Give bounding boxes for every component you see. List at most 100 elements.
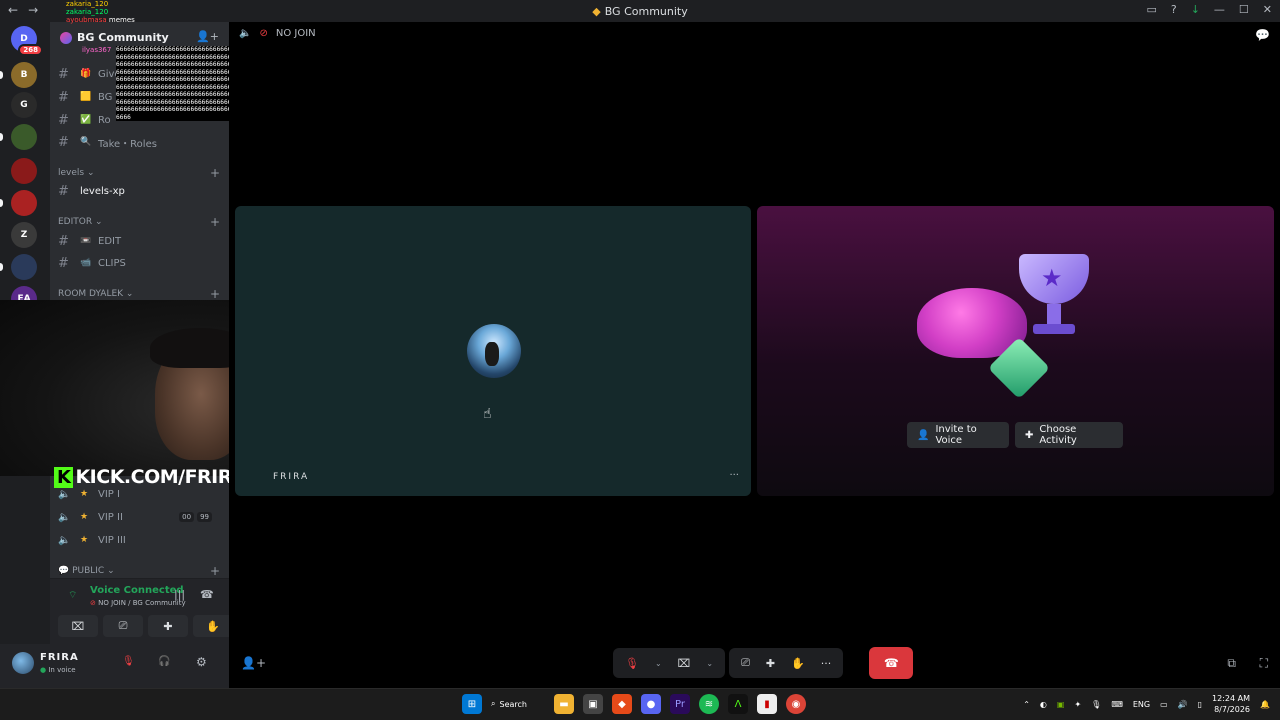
volume-icon[interactable]: 🔊 [1178,700,1188,709]
deafen-icon[interactable]: 🎧 [158,656,170,667]
screen-share-button[interactable]: ⎚ [103,615,143,637]
close-button[interactable]: ✕ [1263,3,1272,16]
more-options-icon[interactable]: ··· [821,657,832,670]
windows-start-icon[interactable]: ⊞ [462,694,482,714]
chevron-up-icon[interactable]: ⌃ [1023,700,1030,709]
category-levels[interactable]: levels ⌄ + [58,165,222,181]
minimize-button[interactable]: — [1214,3,1225,16]
activity-grid-icon: ✚ [1025,429,1034,441]
channel-edit[interactable]: # 📼 EDIT [58,231,222,251]
monitor-icon[interactable]: ▭ [1160,700,1168,709]
voice-channel-vip-3[interactable]: 🔈 ★ VIP III [58,530,222,550]
language-indicator[interactable]: ENG [1133,700,1150,709]
fullscreen-icon[interactable]: ⛶ [1260,656,1268,671]
unread-pill [0,133,3,141]
battery-icon[interactable]: ▯ [1198,700,1202,709]
activities-icon[interactable]: ✚ [766,657,775,670]
camera-toggle-button[interactable]: ⌧ [58,615,98,637]
server-icon[interactable]: B [11,62,37,88]
add-channel-icon[interactable]: + [210,215,220,229]
file-explorer-icon[interactable]: ▬ [554,694,574,714]
document-icon[interactable]: ▮ [757,694,777,714]
notification-icon[interactable]: 🔔 [1260,700,1270,709]
activities-button[interactable]: ✚ [148,615,188,637]
unread-pill [0,263,3,271]
add-channel-icon[interactable]: + [210,564,220,578]
user-panel: FRIRA ● In voice 🎙 🎧 ⚙ [0,644,229,688]
channel-label: VIP III [98,534,126,546]
taskbar-search[interactable]: ⌕ Search [491,693,545,715]
hash-icon: # [58,89,69,105]
chevron-down-icon[interactable]: ⌄ [706,659,713,668]
help-icon[interactable]: ? [1171,3,1177,16]
channel-take-roles[interactable]: # 🔍 Take・Roles [58,132,222,152]
voice-location[interactable]: ⊘ NO JOIN / BG Community [90,599,186,607]
brave-icon[interactable]: ◆ [612,694,632,714]
discord-icon[interactable]: ● [641,694,661,714]
unread-pill [0,71,3,79]
server-icon[interactable] [11,124,37,150]
disconnect-icon[interactable]: ☎ [200,588,214,601]
soundboard-button[interactable]: ✋ [193,615,229,637]
invite-to-voice-button[interactable]: 👤 Invite to Voice [907,422,1009,448]
microphone-icon[interactable]: 🎙 [1091,700,1101,709]
more-icon[interactable]: ··· [729,470,739,481]
choose-activity-button[interactable]: ✚ Choose Activity [1015,422,1123,448]
add-channel-icon[interactable]: + [210,287,220,301]
server-icon[interactable]: G [11,92,37,118]
chat-icon[interactable]: 💬 [1255,28,1270,42]
mute-mic-icon[interactable]: 🎙 [122,656,135,667]
mic-toggle-icon[interactable]: 🎙 [625,657,639,670]
leave-call-button[interactable]: ☎ [869,647,914,679]
noise-suppression-icon[interactable]: ||| [174,588,185,601]
screen-share-icon[interactable]: ⎚ [741,656,750,670]
gear-icon[interactable]: ⚙ [196,655,207,669]
avatar[interactable] [12,652,34,674]
premiere-icon[interactable]: Pr [670,694,690,714]
star-icon: ★ [80,489,89,499]
app-icon[interactable]: ▣ [583,694,603,714]
trophy-illustration: ★ [1019,254,1089,334]
keyboard-icon[interactable]: ⌨ [1111,700,1123,709]
download-icon[interactable]: ↓ [1191,3,1200,16]
server-icon[interactable] [11,158,37,184]
participant-tile[interactable]: FRIRA ··· ☝ [235,206,751,496]
activity-tile: ★ 👤 Invite to Voice ✚ Choose Activity [757,206,1274,496]
server-icon[interactable]: Z [11,222,37,248]
spotify-icon[interactable]: ≋ [699,694,719,714]
hash-icon: # [58,66,69,82]
channel-levels-xp[interactable]: # levels-xp [58,181,222,201]
popout-icon[interactable]: ⧉ [1227,656,1236,671]
channel-label: Take・Roles [98,138,157,150]
app-icon[interactable]: Λ [728,694,748,714]
channel-label: CLIPS [98,257,126,269]
signal-icon[interactable]: ⌔ [68,589,77,602]
speaker-icon: 🔈 [58,511,71,523]
camera-toggle-icon[interactable]: ⌧ [678,657,691,670]
voice-status[interactable]: Voice Connected [90,585,184,596]
chrome-icon[interactable]: ◉ [786,694,806,714]
server-icon[interactable] [11,190,37,216]
inbox-icon[interactable]: ▭ [1146,3,1156,16]
category-label: ROOM DYALEK [58,289,124,299]
username[interactable]: FRIRA [40,652,79,663]
voice-channel-vip-2[interactable]: 🔈 ★ VIP II 00 99 [58,507,222,527]
trophy-stem [1047,304,1061,326]
server-icon[interactable] [11,254,37,280]
soundboard-icon[interactable]: ✋ [791,657,805,670]
tray-app-icon[interactable]: ▣ [1057,700,1065,709]
unread-pill [0,199,3,207]
maximize-button[interactable]: ☐ [1239,3,1249,16]
add-channel-icon[interactable]: + [210,166,220,180]
tray-app-icon[interactable]: ◐ [1040,700,1047,709]
extra-controls: ⎚ ✚ ✋ ··· [729,648,844,678]
category-editor[interactable]: EDITOR ⌄ + [58,214,222,230]
server-icon[interactable]: D 268 [11,26,43,56]
add-user-icon[interactable]: 👤+ [241,656,266,670]
channel-clips[interactable]: # 📹 CLIPS [58,253,222,273]
speaker-icon: 🔈 [239,28,252,39]
category-public[interactable]: 💬 PUBLIC ⌄ + [58,563,222,579]
tray-app-icon[interactable]: ✦ [1074,700,1081,709]
chevron-down-icon[interactable]: ⌄ [655,659,662,668]
clock[interactable]: 12:24 AM 8/7/2026 [1212,693,1250,715]
